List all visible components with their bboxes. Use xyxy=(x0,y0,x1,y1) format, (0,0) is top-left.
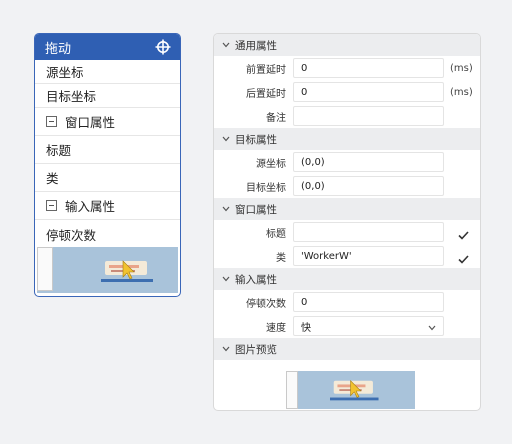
target-coord-input[interactable]: (0,0) xyxy=(293,176,444,196)
drag-node-card[interactable]: 拖动 源坐标 目标坐标 窗口属性 标题 类 输入属性 停顿次数 xyxy=(34,33,181,297)
row-pause-count: 停顿次数 0 xyxy=(214,290,480,314)
thumbnail-page xyxy=(37,247,53,291)
target-coord-label: 目标坐标 xyxy=(246,182,286,194)
post-delay-input[interactable]: 0 xyxy=(293,82,444,102)
thumbnail-content xyxy=(101,260,153,282)
section-title: 通用属性 xyxy=(235,39,277,52)
section-title: 目标属性 xyxy=(235,133,277,146)
section-title: 窗口属性 xyxy=(235,203,277,216)
window-title-label: 标题 xyxy=(266,228,286,240)
pause-count-label: 停顿次数 xyxy=(246,298,286,310)
window-class-label: 类 xyxy=(276,252,286,264)
node-group-label: 输入属性 xyxy=(65,199,116,214)
node-item-label: 标题 xyxy=(46,143,72,158)
row-window-class: 类 'WorkerW' xyxy=(214,244,480,268)
chevron-down-icon[interactable] xyxy=(219,206,233,212)
node-item-label: 源坐标 xyxy=(46,65,84,80)
speed-select-value: 快 xyxy=(301,322,311,334)
source-coord-label: 源坐标 xyxy=(256,158,286,170)
node-item-label: 类 xyxy=(46,171,59,186)
note-label: 备注 xyxy=(266,112,286,124)
row-target-coord: 目标坐标 (0,0) xyxy=(214,174,480,198)
node-item-title[interactable]: 标题 xyxy=(35,136,180,164)
speed-label: 速度 xyxy=(266,322,286,334)
pause-count-input[interactable]: 0 xyxy=(293,292,444,312)
row-source-coord: 源坐标 (0,0) xyxy=(214,150,480,174)
speed-select[interactable]: 快 xyxy=(293,316,444,336)
section-input-header[interactable]: 输入属性 xyxy=(214,268,480,290)
thumbnail-content xyxy=(330,380,379,401)
node-item-label: 目标坐标 xyxy=(46,89,97,104)
chevron-down-icon[interactable] xyxy=(219,42,233,48)
node-item-pause-count[interactable]: 停顿次数 xyxy=(35,220,180,248)
node-group-label: 窗口属性 xyxy=(65,115,116,130)
collapse-minus-icon[interactable] xyxy=(46,200,57,211)
checkmark-icon[interactable] xyxy=(458,249,469,268)
node-item-source-coord[interactable]: 源坐标 xyxy=(35,60,180,84)
node-item-class[interactable]: 类 xyxy=(35,164,180,192)
pre-delay-unit: (ms) xyxy=(450,62,473,74)
section-window-header[interactable]: 窗口属性 xyxy=(214,198,480,220)
section-title: 输入属性 xyxy=(235,273,277,286)
node-preview-thumbnail xyxy=(37,247,178,293)
chevron-down-icon[interactable] xyxy=(428,323,436,334)
row-post-delay: 后置延时 0 (ms) xyxy=(214,80,480,104)
post-delay-label: 后置延时 xyxy=(246,88,286,100)
thumbnail-page xyxy=(286,371,298,409)
collapse-minus-icon[interactable] xyxy=(46,116,57,127)
post-delay-unit: (ms) xyxy=(450,86,473,98)
pre-delay-label: 前置延时 xyxy=(246,64,286,76)
chevron-down-icon[interactable] xyxy=(219,276,233,282)
window-title-input[interactable] xyxy=(293,222,444,242)
move-crosshair-icon[interactable] xyxy=(155,39,171,55)
row-speed: 速度 快 xyxy=(214,314,480,338)
node-title: 拖动 xyxy=(45,41,72,57)
section-title: 图片预览 xyxy=(235,343,277,356)
source-coord-input[interactable]: (0,0) xyxy=(293,152,444,172)
window-class-input[interactable]: 'WorkerW' xyxy=(293,246,444,266)
row-window-title: 标题 xyxy=(214,220,480,244)
property-panel: 通用属性 前置延时 0 (ms) 后置延时 0 (ms) 备注 目标属性 源坐标… xyxy=(213,33,481,411)
node-header[interactable]: 拖动 xyxy=(35,34,180,60)
chevron-down-icon[interactable] xyxy=(219,346,233,352)
image-preview xyxy=(286,371,415,409)
section-general-header[interactable]: 通用属性 xyxy=(214,34,480,56)
node-item-label: 停顿次数 xyxy=(46,227,97,243)
node-group-window-props[interactable]: 窗口属性 xyxy=(35,108,180,136)
row-note: 备注 xyxy=(214,104,480,128)
section-target-header[interactable]: 目标属性 xyxy=(214,128,480,150)
pre-delay-input[interactable]: 0 xyxy=(293,58,444,78)
node-group-input-props[interactable]: 输入属性 xyxy=(35,192,180,220)
section-preview-header[interactable]: 图片预览 xyxy=(214,338,480,360)
row-pre-delay: 前置延时 0 (ms) xyxy=(214,56,480,80)
checkmark-icon[interactable] xyxy=(458,225,469,244)
chevron-down-icon[interactable] xyxy=(219,136,233,142)
node-item-target-coord[interactable]: 目标坐标 xyxy=(35,84,180,108)
note-input[interactable] xyxy=(293,106,444,126)
